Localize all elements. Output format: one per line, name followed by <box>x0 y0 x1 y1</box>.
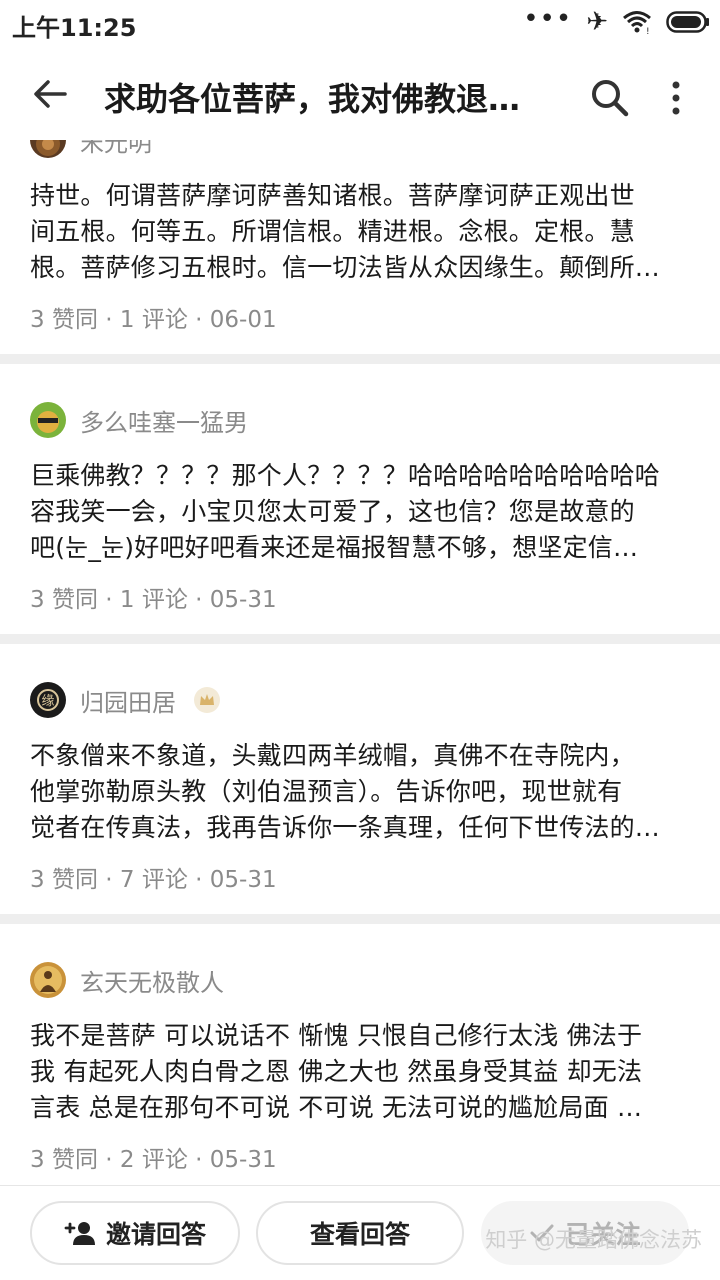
avatar[interactable] <box>30 402 66 438</box>
avatar-image-icon: 缘 <box>30 682 66 718</box>
status-icons: ••• ✈ ! <box>523 4 710 37</box>
excerpt-line: 吧(눈_눈)好吧好吧看来还是福报智慧不够，想坚定信… <box>30 533 639 562</box>
view-answers-button[interactable]: 查看回答 <box>256 1201 464 1265</box>
more-options-button[interactable] <box>656 74 696 122</box>
answer-header: 多么哇塞一猛男 <box>30 392 690 448</box>
avatar[interactable] <box>30 962 66 998</box>
badge <box>194 687 220 713</box>
avatar-image-icon <box>30 962 66 998</box>
author-name[interactable]: 宋光明 <box>80 140 152 158</box>
search-button[interactable] <box>586 74 634 122</box>
page-title: 求助各位菩萨，我对佛教退… <box>104 80 521 118</box>
view-answers-label: 查看回答 <box>309 1220 410 1249</box>
crown-icon <box>200 694 214 705</box>
divider <box>0 634 720 644</box>
more-vertical-icon <box>672 81 680 115</box>
excerpt-line: 我不是菩萨 可以说话不 惭愧 只恨自己修行太浅 佛法于 <box>30 1021 643 1050</box>
excerpt-line: 根。菩萨修习五根时。信一切法皆从众因缘生。颠倒所… <box>30 253 661 282</box>
answer-header: 玄天无极散人 <box>30 952 690 1008</box>
answer-item[interactable]: 宋光明 持世。何谓菩萨摩诃萨善知诸根。菩萨摩诃萨正观出世 间五根。何等五。所谓信… <box>0 140 720 336</box>
author-name[interactable]: 归园田居 <box>80 683 176 718</box>
answer-excerpt[interactable]: 持世。何谓菩萨摩诃萨善知诸根。菩萨摩诃萨正观出世 间五根。何等五。所谓信根。精进… <box>30 178 690 286</box>
excerpt-line: 他掌弥勒原头教（刘伯温预言）。告诉你吧，现世就有 <box>30 777 623 806</box>
add-person-icon <box>64 1222 95 1245</box>
watermark: 知乎 @无量踏佛念法苏 <box>485 1228 702 1252</box>
excerpt-line: 容我笑一会，小宝贝您太可爱了，这也信？您是故意的 <box>30 497 635 526</box>
bottom-action-bar: 邀请回答 查看回答 已关注 知乎 @无量踏佛念法苏 <box>0 1185 720 1280</box>
answer-header: 缘 归园田居 <box>30 672 690 728</box>
answer-meta: 3 赞同 · 7 评论 · 05-31 <box>30 867 277 893</box>
answer-excerpt[interactable]: 我不是菩萨 可以说话不 惭愧 只恨自己修行太浅 佛法于 我 有起死人肉白骨之恩 … <box>30 1018 690 1126</box>
back-button[interactable] <box>22 66 78 122</box>
status-time: 上午11:25 <box>12 14 137 42</box>
answer-header: 宋光明 <box>30 140 690 168</box>
answer-item[interactable]: 缘 归园田居 不象僧来不象道，头戴四两羊绒帽，真佛不在寺院内， 他掌弥勒原头教（… <box>0 672 720 896</box>
search-icon <box>592 80 629 117</box>
invite-answer-label: 邀请回答 <box>105 1220 206 1249</box>
avatar-image-icon <box>30 402 66 438</box>
avatar[interactable]: 缘 <box>30 682 66 718</box>
avatar[interactable] <box>30 140 66 158</box>
battery-icon <box>666 11 709 33</box>
invite-answer-button[interactable]: 邀请回答 <box>30 1201 240 1265</box>
airplane-mode-icon: ✈ <box>586 7 608 37</box>
avatar-image-icon <box>30 140 66 158</box>
answer-excerpt[interactable]: 巨乘佛教？？？？那个人？？？？哈哈哈哈哈哈哈哈哈哈 容我笑一会，小宝贝您太可爱了… <box>30 458 690 566</box>
excerpt-line: 觉者在传真法，我再告诉你一条真理，任何下世传法的… <box>30 813 661 842</box>
answer-meta: 3 赞同 · 2 评论 · 05-31 <box>30 1147 277 1173</box>
svg-text:缘: 缘 <box>41 694 54 709</box>
arrow-left-icon <box>34 80 67 108</box>
excerpt-line: 我 有起死人肉白骨之恩 佛之大也 然虽身受其益 却无法 <box>30 1057 643 1086</box>
answer-meta: 3 赞同 · 1 评论 · 06-01 <box>30 307 277 333</box>
answer-item[interactable]: 多么哇塞一猛男 巨乘佛教？？？？那个人？？？？哈哈哈哈哈哈哈哈哈哈 容我笑一会，… <box>0 392 720 616</box>
author-name[interactable]: 多么哇塞一猛男 <box>80 403 248 438</box>
excerpt-line: 不象僧来不象道，头戴四两羊绒帽，真佛不在寺院内， <box>30 741 635 770</box>
app-bar: 求助各位菩萨，我对佛教退… <box>0 44 720 140</box>
answer-excerpt[interactable]: 不象僧来不象道，头戴四两羊绒帽，真佛不在寺院内， 他掌弥勒原头教（刘伯温预言）。… <box>30 738 690 846</box>
excerpt-line: 间五根。何等五。所谓信根。精进根。念根。定根。慧 <box>30 217 635 246</box>
excerpt-line: 言表 总是在那句不可说 不可说 无法可说的尴尬局面 … <box>30 1093 643 1122</box>
answer-item[interactable]: 玄天无极散人 我不是菩萨 可以说话不 惭愧 只恨自己修行太浅 佛法于 我 有起死… <box>0 952 720 1176</box>
wifi-icon: ! <box>623 11 651 34</box>
svg-text:!: ! <box>646 27 650 34</box>
answer-meta: 3 赞同 · 1 评论 · 05-31 <box>30 587 277 613</box>
divider <box>0 354 720 364</box>
divider <box>0 914 720 924</box>
answer-list: 宋光明 持世。何谓菩萨摩诃萨善知诸根。菩萨摩诃萨正观出世 间五根。何等五。所谓信… <box>0 140 720 1185</box>
status-bar: 上午11:25 ••• ✈ ! <box>0 0 720 44</box>
author-name[interactable]: 玄天无极散人 <box>80 963 224 998</box>
excerpt-line: 巨乘佛教？？？？那个人？？？？哈哈哈哈哈哈哈哈哈哈 <box>30 461 661 490</box>
excerpt-line: 持世。何谓菩萨摩诃萨善知诸根。菩萨摩诃萨正观出世 <box>30 181 635 210</box>
notification-dots-icon: ••• <box>523 4 573 34</box>
